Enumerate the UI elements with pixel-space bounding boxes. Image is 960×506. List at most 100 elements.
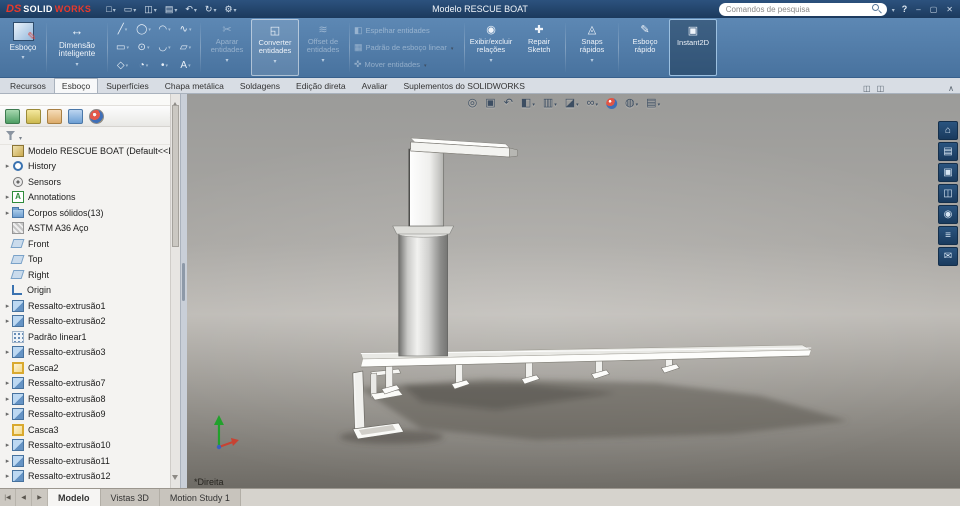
- parallelogram-icon[interactable]: ▱: [175, 39, 196, 57]
- previous-view-icon[interactable]: ↶: [504, 98, 513, 109]
- tree-root-item[interactable]: Modelo RESCUE BOAT (Default<<Default: [0, 143, 171, 159]
- expand-arrow-icon[interactable]: ▸: [3, 348, 12, 356]
- tree-item[interactable]: ▸ Ressalto-extrusão7: [0, 376, 171, 392]
- linear-sketch-pattern-button[interactable]: ▦ Padrão de esboço linear: [354, 40, 460, 55]
- convert-entities-button[interactable]: ◱ Converter entidades: [251, 19, 299, 76]
- expand-arrow-icon[interactable]: ▸: [3, 441, 12, 449]
- mirror-entities-button[interactable]: ◧ Espelhar entidades: [354, 23, 460, 38]
- command-tab[interactable]: Avaliar: [354, 78, 396, 93]
- display-style-icon[interactable]: ◪: [565, 98, 579, 109]
- perimeter-circle-icon[interactable]: ⊙: [133, 39, 154, 57]
- expand-arrow-icon[interactable]: ▸: [3, 457, 12, 465]
- tree-item[interactable]: Padrão linear1: [0, 329, 171, 345]
- move-entities-button[interactable]: ✜ Mover entidades: [354, 57, 460, 72]
- print-icon[interactable]: ▤: [162, 4, 181, 15]
- text-icon[interactable]: A: [175, 57, 196, 75]
- tree-item[interactable]: ▸ Ressalto-extrusão1: [0, 298, 171, 314]
- tangent-arc-icon[interactable]: ◡: [154, 39, 175, 57]
- tree-item[interactable]: ▸ Ressalto-extrusão2: [0, 314, 171, 330]
- tree-item[interactable]: Front: [0, 236, 171, 252]
- search-options-caret-icon[interactable]: [892, 4, 895, 14]
- design-library-icon[interactable]: ▤: [938, 142, 958, 161]
- trim-entities-button[interactable]: ✂ Aparar entidades: [203, 19, 251, 76]
- tree-item[interactable]: Casca3: [0, 422, 171, 438]
- rebuild-icon[interactable]: ↻: [202, 4, 220, 15]
- zoom-to-fit-icon[interactable]: ◎: [468, 98, 478, 109]
- quick-snaps-button[interactable]: ◬ Snaps rápidos: [568, 19, 616, 76]
- rapid-sketch-button[interactable]: ✎ Esboço rápido: [621, 19, 669, 76]
- spline-icon[interactable]: ∿: [175, 21, 196, 39]
- tree-item[interactable]: Origin: [0, 283, 171, 299]
- command-tab[interactable]: Superfícies: [98, 78, 157, 93]
- display-delete-relations-button[interactable]: ◉ Exibir/excluir relações: [467, 19, 515, 76]
- close-button[interactable]: ✕: [944, 5, 955, 14]
- open-document-icon[interactable]: ▭: [121, 4, 140, 15]
- maximize-button[interactable]: ▢: [928, 5, 940, 14]
- expand-arrow-icon[interactable]: ▸: [3, 209, 12, 217]
- tree-item[interactable]: ▸ Annotations: [0, 190, 171, 206]
- view-orientation-icon[interactable]: ▥: [543, 98, 557, 109]
- scroll-tabs-right-button[interactable]: ▶: [32, 489, 48, 506]
- undock-commandmanager-icon[interactable]: ◫: [863, 84, 871, 93]
- search-input[interactable]: [723, 3, 869, 15]
- sketch-button[interactable]: Esboço: [2, 19, 44, 76]
- panel-splitter[interactable]: [180, 93, 187, 489]
- search-icon[interactable]: [871, 4, 882, 14]
- tree-item[interactable]: ▸ Ressalto-extrusão10: [0, 438, 171, 454]
- scrollbar-thumb[interactable]: [172, 105, 179, 247]
- tree-item[interactable]: ▸ Ressalto-extrusão9: [0, 407, 171, 423]
- point-icon[interactable]: •: [154, 57, 175, 75]
- view-settings-icon[interactable]: ▤: [646, 98, 660, 109]
- expand-arrow-icon[interactable]: ▸: [3, 162, 12, 170]
- view-palette-icon[interactable]: ◫: [938, 184, 958, 203]
- tree-item[interactable]: Casca2: [0, 360, 171, 376]
- document-tab[interactable]: Motion Study 1: [159, 489, 241, 506]
- command-tab[interactable]: Recursos: [2, 78, 54, 93]
- expand-arrow-icon[interactable]: ▸: [3, 302, 12, 310]
- zoom-to-area-icon[interactable]: ▣: [485, 98, 495, 109]
- offset-entities-button[interactable]: ≋ Offset de entidades: [299, 19, 347, 76]
- command-tab[interactable]: Soldagens: [232, 78, 288, 93]
- polygon-icon[interactable]: ◇: [112, 57, 133, 75]
- smart-dimension-button[interactable]: ↔ Dimensão inteligente: [49, 19, 105, 76]
- command-tab[interactable]: Edição direta: [288, 78, 354, 93]
- tree-item[interactable]: ▸ Corpos sólidos(13): [0, 205, 171, 221]
- command-tab[interactable]: Chapa metálica: [157, 78, 232, 93]
- split-view-icon[interactable]: ◫: [877, 84, 885, 93]
- appearances-icon[interactable]: ◉: [938, 205, 958, 224]
- section-view-icon[interactable]: ◧: [521, 98, 535, 109]
- tree-item[interactable]: Top: [0, 252, 171, 268]
- tree-item[interactable]: Sensors: [0, 174, 171, 190]
- expand-arrow-icon[interactable]: ▸: [3, 395, 12, 403]
- scroll-tabs-start-button[interactable]: |◀: [0, 489, 16, 506]
- collapse-ribbon-icon[interactable]: ∧: [948, 84, 954, 93]
- tree-item[interactable]: ▸ Ressalto-extrusão3: [0, 345, 171, 361]
- tree-item[interactable]: Right: [0, 267, 171, 283]
- repair-sketch-button[interactable]: ✚ Repair Sketch: [515, 19, 563, 76]
- ellipse-icon[interactable]: ◔: [133, 57, 154, 75]
- arc-icon[interactable]: ◠: [154, 21, 175, 39]
- featuremanager-tree-icon[interactable]: [5, 108, 20, 124]
- scroll-tabs-left-button[interactable]: ◀: [16, 489, 32, 506]
- instant2d-button[interactable]: ▣ Instant2D: [669, 19, 717, 76]
- graphics-area[interactable]: ◎ ▣ ↶ ◧ ▥: [187, 93, 960, 489]
- configurationmanager-icon[interactable]: [47, 108, 62, 124]
- expand-arrow-icon[interactable]: ▸: [3, 472, 12, 480]
- line-icon[interactable]: ╱: [112, 21, 133, 39]
- new-document-icon[interactable]: □: [103, 4, 118, 15]
- propertymanager-icon[interactable]: [26, 108, 41, 124]
- document-tab[interactable]: Modelo: [48, 489, 101, 506]
- custom-properties-icon[interactable]: ≡: [938, 226, 958, 245]
- help-button[interactable]: ?: [900, 4, 910, 14]
- expand-arrow-icon[interactable]: ▸: [3, 193, 12, 201]
- dimxpertmanager-icon[interactable]: [68, 108, 83, 124]
- document-tab[interactable]: Vistas 3D: [100, 489, 160, 506]
- options-icon[interactable]: ⚙: [221, 4, 239, 15]
- expand-arrow-icon[interactable]: ▸: [3, 410, 12, 418]
- minimize-button[interactable]: –: [914, 5, 922, 14]
- save-icon[interactable]: ◫: [141, 4, 160, 15]
- tree-item[interactable]: ASTM A36 Aço: [0, 221, 171, 237]
- apply-scene-icon[interactable]: ◍: [625, 98, 638, 109]
- expand-arrow-icon[interactable]: ▸: [3, 317, 12, 325]
- rectangle-icon[interactable]: ▭: [112, 39, 133, 57]
